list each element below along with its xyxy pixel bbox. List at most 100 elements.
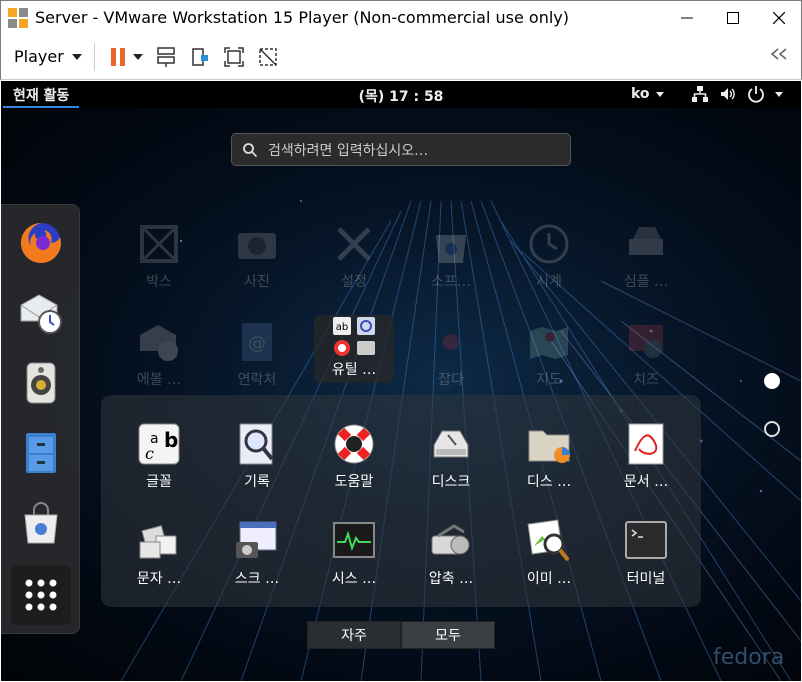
lang-label: ko bbox=[631, 86, 650, 102]
close-icon bbox=[773, 11, 785, 24]
app-simple-scan[interactable]: 심플 … bbox=[598, 221, 694, 305]
app-grid-icon bbox=[25, 579, 57, 611]
svg-text:b: b bbox=[164, 428, 178, 452]
svg-text:@: @ bbox=[248, 333, 266, 354]
fullscreen-button[interactable] bbox=[221, 44, 247, 70]
dash-files[interactable] bbox=[11, 423, 71, 483]
chevron-down-icon bbox=[775, 91, 783, 97]
app-contacts[interactable]: @ 연락처 bbox=[209, 319, 305, 403]
app-label: 글꼴 bbox=[146, 474, 172, 490]
clock[interactable]: (목) 17 : 58 bbox=[1, 86, 801, 106]
pause-dropdown[interactable] bbox=[131, 44, 145, 70]
close-button[interactable] bbox=[756, 1, 802, 34]
terminal-icon bbox=[625, 521, 667, 559]
dash-rhythmbox[interactable] bbox=[11, 353, 71, 413]
software-bag-icon bbox=[24, 502, 58, 544]
app-label: 사진 bbox=[244, 274, 270, 290]
document-viewer-icon bbox=[628, 423, 664, 465]
player-menu[interactable]: Player bbox=[14, 47, 82, 66]
vmware-icon bbox=[8, 7, 28, 28]
app-label: 기록 bbox=[244, 474, 270, 490]
app-document-viewer[interactable]: 문서 … bbox=[598, 421, 694, 505]
app-clocks[interactable]: 시계 bbox=[501, 221, 597, 305]
removable-devices-button[interactable] bbox=[187, 44, 213, 70]
maximize-button[interactable] bbox=[710, 1, 756, 34]
app-label: 연락처 bbox=[237, 372, 277, 388]
show-applications-button[interactable] bbox=[11, 565, 71, 625]
app-disk-usage[interactable]: 디스 … bbox=[501, 421, 597, 505]
view-switch: 자주 모두 bbox=[307, 621, 495, 649]
search-input[interactable]: 검색하려면 입력하십시오… bbox=[231, 133, 571, 166]
app-label: 지도 bbox=[536, 372, 562, 388]
app-disks[interactable]: 디스크 bbox=[403, 421, 499, 505]
dash-firefox[interactable] bbox=[11, 213, 71, 273]
app-label: 문자 … bbox=[136, 571, 182, 587]
fullscreen-icon bbox=[224, 46, 244, 67]
folder-icon bbox=[443, 334, 459, 350]
clock-icon bbox=[529, 224, 569, 264]
app-boxes[interactable]: 박스 bbox=[111, 221, 207, 305]
network-send-icon bbox=[157, 46, 175, 67]
dash-evolution[interactable] bbox=[11, 283, 71, 343]
maximize-icon bbox=[727, 11, 739, 24]
page-indicator-1[interactable] bbox=[764, 373, 780, 389]
frequent-tab[interactable]: 자주 bbox=[307, 621, 401, 649]
volume-icon bbox=[721, 88, 735, 100]
page-indicator-2[interactable] bbox=[764, 421, 780, 437]
player-menu-label: Player bbox=[14, 47, 64, 66]
app-terminal[interactable]: 터미널 bbox=[598, 518, 694, 602]
lifebuoy-icon bbox=[334, 424, 374, 464]
app-cheese[interactable]: 치즈 bbox=[598, 319, 694, 403]
power-icon bbox=[748, 86, 764, 103]
address-book-icon: @ bbox=[242, 323, 272, 361]
pause-button[interactable] bbox=[105, 44, 131, 70]
evolution-mail-icon bbox=[20, 294, 62, 334]
fedora-logo: fedora bbox=[713, 645, 785, 670]
evolution-mail-icon bbox=[140, 325, 178, 361]
app-fonts[interactable]: abc 글꼴 bbox=[111, 421, 207, 505]
app-evolution[interactable]: 에볼 … bbox=[111, 319, 207, 403]
minimize-button[interactable] bbox=[664, 1, 710, 34]
guest-display[interactable]: 현재 활동 (목) 17 : 58 ko 검색하려면 입력하십시오… 박스 사진… bbox=[1, 81, 801, 681]
send-ctrl-alt-del-button[interactable] bbox=[153, 44, 179, 70]
app-photos[interactable]: 사진 bbox=[209, 221, 305, 305]
folder-utilities[interactable]: ab 유틸 … bbox=[314, 315, 394, 383]
app-label: 압축 … bbox=[428, 571, 474, 587]
chevron-down-icon bbox=[71, 53, 82, 60]
toolbar-separator bbox=[93, 42, 95, 71]
app-label: 도움말 bbox=[334, 474, 374, 490]
app-logs[interactable]: 기록 bbox=[209, 421, 305, 505]
all-tab[interactable]: 모두 bbox=[401, 621, 495, 649]
app-screenshot[interactable]: 스크 … bbox=[209, 518, 305, 602]
app-label: 심플 … bbox=[623, 274, 669, 290]
app-help[interactable]: 도움말 bbox=[306, 421, 402, 505]
app-label: 디스크 bbox=[431, 474, 471, 490]
firefox-icon bbox=[20, 222, 61, 263]
app-label: 시스 … bbox=[331, 571, 377, 587]
gnome-top-bar: 현재 활동 (목) 17 : 58 ko bbox=[1, 81, 801, 108]
tools-icon bbox=[337, 227, 371, 261]
app-label: 소프… bbox=[431, 274, 471, 290]
unity-button[interactable] bbox=[255, 44, 281, 70]
system-status-menu[interactable] bbox=[691, 85, 783, 103]
system-monitor-icon bbox=[333, 522, 375, 558]
characters-icon bbox=[139, 525, 177, 559]
app-system-monitor[interactable]: 시스 … bbox=[306, 518, 402, 602]
double-chevron-left-icon[interactable] bbox=[769, 47, 789, 61]
app-label: 시계 bbox=[536, 274, 562, 290]
input-language-menu[interactable]: ko bbox=[631, 86, 664, 102]
window-titlebar: Server - VMware Workstation 15 Player (N… bbox=[0, 0, 802, 34]
app-image-viewer[interactable]: 이미 … bbox=[501, 518, 597, 602]
app-settings[interactable]: 설정 bbox=[306, 221, 402, 305]
app-characters[interactable]: 문자 … bbox=[111, 518, 207, 602]
search-placeholder: 검색하려면 입력하십시오… bbox=[268, 142, 429, 159]
dash-software[interactable] bbox=[11, 493, 71, 553]
app-archive-manager[interactable]: 압축 … bbox=[403, 518, 499, 602]
app-software[interactable]: 소프… bbox=[403, 221, 499, 305]
app-maps[interactable]: 지도 bbox=[501, 319, 597, 403]
app-label: 유틸 … bbox=[331, 362, 377, 378]
font-icon: a bc bbox=[138, 423, 180, 465]
app-label: 설정 bbox=[341, 274, 367, 290]
folder-sundry[interactable]: 잡다 bbox=[403, 319, 499, 403]
speaker-icon bbox=[26, 362, 56, 404]
